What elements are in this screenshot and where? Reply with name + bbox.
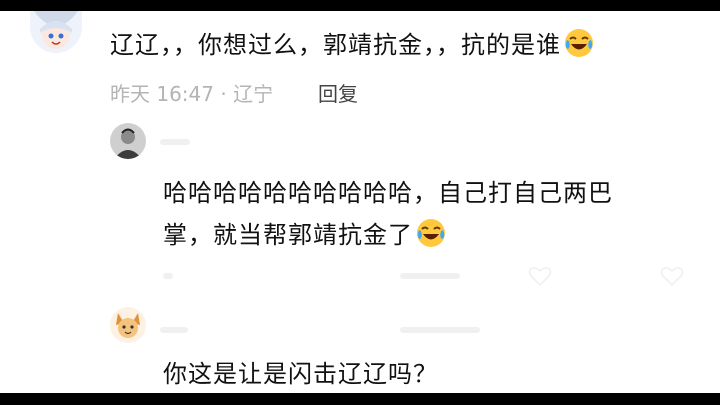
reply-text-line-2-body: 掌，就当帮郭靖抗金了 bbox=[163, 221, 413, 249]
reply-avatar[interactable] bbox=[110, 307, 146, 343]
main-comment-body: 辽辽，，你想过么，郭靖抗金，，抗的是谁 bbox=[110, 31, 561, 59]
reply-text: 你这是让是闪击辽辽吗？ bbox=[163, 360, 438, 388]
blurred-reply-meta bbox=[400, 273, 460, 279]
reply-button[interactable]: 回复 bbox=[318, 78, 358, 107]
reply-text-line-2: 掌，就当帮郭靖抗金了 bbox=[163, 215, 447, 255]
reply-text-line-1: 哈哈哈哈哈哈哈哈哈哈，自己打自己两巴 bbox=[163, 179, 613, 207]
video-frame: 辽辽，，你想过么，郭靖抗金，，抗的是谁 昨天 16:47 · 辽宁 回复 哈哈哈… bbox=[0, 0, 720, 405]
user-avatar[interactable] bbox=[30, 11, 82, 53]
blurred-username bbox=[160, 139, 190, 145]
blurred-reply-meta bbox=[163, 273, 173, 279]
main-comment-text: 辽辽，，你想过么，郭靖抗金，，抗的是谁 bbox=[110, 25, 595, 65]
blurred-username bbox=[160, 327, 188, 333]
reply-avatar[interactable] bbox=[110, 123, 146, 159]
like-icon[interactable] bbox=[528, 265, 552, 291]
blurred-reply-target bbox=[400, 327, 480, 333]
comment-section: 辽辽，，你想过么，郭靖抗金，，抗的是谁 昨天 16:47 · 辽宁 回复 哈哈哈… bbox=[0, 11, 720, 393]
laughing-tears-icon bbox=[415, 217, 447, 255]
comment-meta: 昨天 16:47 · 辽宁 bbox=[110, 82, 274, 106]
dislike-icon[interactable] bbox=[660, 265, 684, 291]
laughing-tears-icon bbox=[563, 27, 595, 65]
